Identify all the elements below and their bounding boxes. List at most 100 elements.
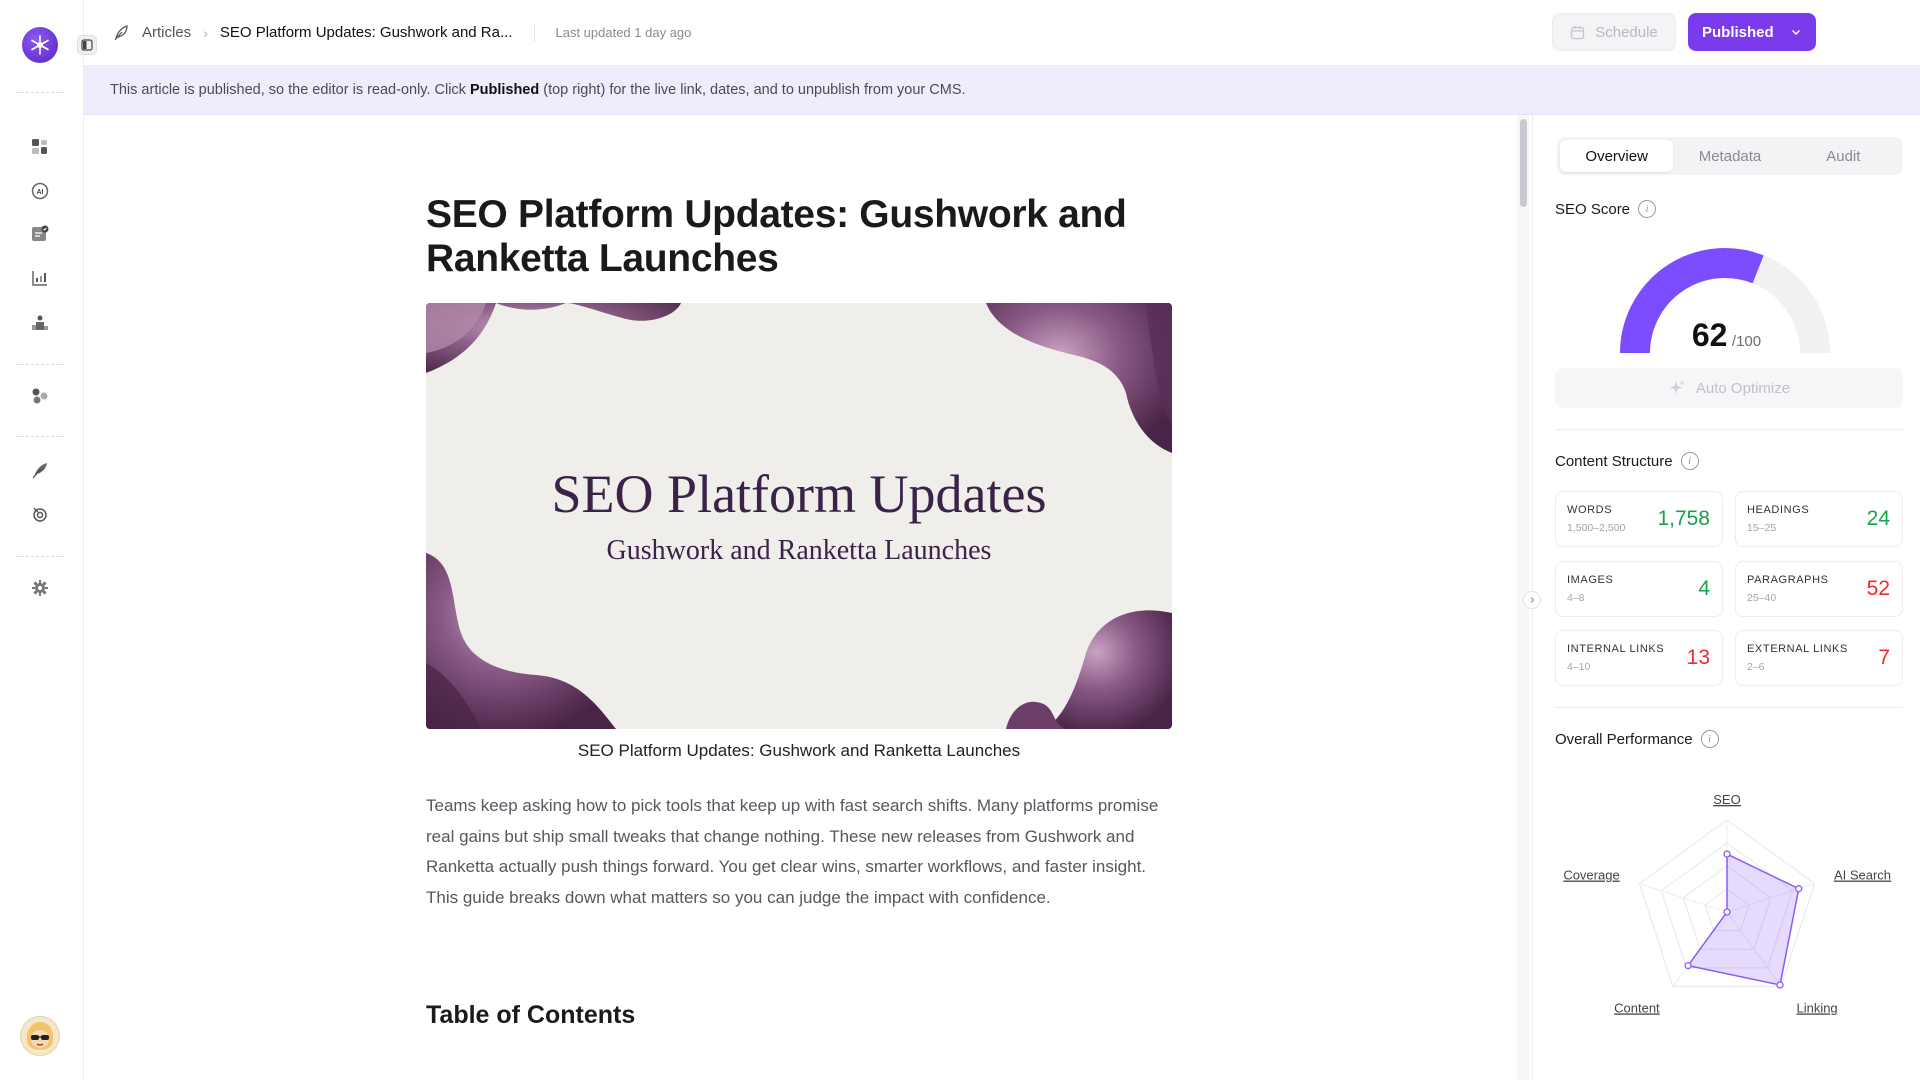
metric-value: 1,758	[1657, 507, 1710, 530]
banner-text-before: This article is published, so the editor…	[110, 82, 466, 98]
banner-text-after: (top right) for the live link, dates, an…	[543, 82, 966, 98]
published-button[interactable]: Published	[1688, 13, 1816, 51]
radar-data-point	[1723, 908, 1731, 916]
auto-optimize-label: Auto Optimize	[1695, 379, 1791, 397]
metric-external-links: EXTERNAL LINKS 2–6 7	[1735, 630, 1903, 686]
schedule-button-label: Schedule	[1595, 23, 1658, 41]
banner-text-bold: Published	[469, 82, 540, 98]
metric-range: 4–8	[1567, 592, 1585, 604]
info-icon[interactable]: i	[1700, 730, 1719, 748]
auto-optimize-button[interactable]: Auto Optimize	[1555, 368, 1903, 408]
metric-label: IMAGES	[1567, 574, 1614, 586]
metric-words: WORDS 1,500–2,500 1,758	[1555, 491, 1723, 547]
performance-title: Overall Performance	[1555, 730, 1693, 748]
chevron-right-icon	[1530, 597, 1535, 603]
lead-paragraph: Teams keep asking how to pick tools that…	[426, 796, 1159, 907]
app-logo-icon[interactable]	[22, 27, 58, 63]
ranking-icon[interactable]	[28, 311, 52, 335]
tab-overview[interactable]: Overview	[1560, 140, 1674, 172]
section-divider	[1555, 429, 1903, 430]
radar-data-point	[1723, 850, 1731, 858]
info-icon[interactable]: i	[1638, 200, 1657, 218]
articles-feather-icon[interactable]	[28, 458, 52, 482]
ai-icon[interactable]: AI	[28, 179, 52, 203]
chevron-down-icon	[1791, 29, 1800, 36]
seo-score-title: SEO Score	[1555, 200, 1631, 218]
article-editor[interactable]: SEO Platform Updates: Gushwork and Ranke…	[84, 115, 1516, 1080]
scrollbar-thumb[interactable]	[1520, 119, 1527, 207]
seo-panel: Overview Metadata Audit SEO Score i 62 /…	[1532, 115, 1920, 1080]
hero-image: SEO Platform Updates Gushwork and Ranket…	[426, 303, 1172, 729]
hero-image-subtitle: Gushwork and Ranketta Launches	[606, 535, 992, 566]
read-only-banner: This article is published, so the editor…	[84, 66, 1920, 115]
metric-value: 7	[1878, 646, 1890, 669]
metric-value: 52	[1866, 577, 1890, 600]
analytics-icon[interactable]	[28, 266, 52, 290]
toc-heading: Table of Contents	[426, 1001, 636, 1029]
tab-metadata[interactable]: Metadata	[1673, 140, 1786, 172]
svg-text:AI: AI	[37, 189, 44, 196]
panel-collapse-toggle[interactable]	[1523, 591, 1541, 609]
hero-caption: SEO Platform Updates: Gushwork and Ranke…	[577, 741, 1021, 760]
radar-data-area	[1686, 852, 1800, 986]
metric-paragraphs: PARAGRAPHS 25–40 52	[1735, 561, 1903, 617]
breadcrumb-current: SEO Platform Updates: Gushwork and Ra...	[219, 24, 513, 41]
content-structure-heading: Content Structure i	[1555, 452, 1699, 470]
metric-range: 1,500–2,500	[1567, 522, 1626, 534]
metric-range: 2–6	[1747, 661, 1765, 673]
radar-axis-label: Content	[1614, 1000, 1660, 1015]
links-icon[interactable]	[28, 502, 52, 526]
article-body: SEO Platform Updates: Gushwork and Ranke…	[426, 193, 1172, 1030]
schedule-button[interactable]: Schedule	[1552, 13, 1676, 51]
metric-range: 4–10	[1567, 661, 1591, 673]
hero-image-title: SEO Platform Updates	[551, 464, 1047, 524]
radar-axis-label: AI Search	[1834, 868, 1891, 883]
integrations-icon[interactable]	[28, 384, 52, 408]
radar-axis-label: Linking	[1796, 1000, 1837, 1015]
seo-score-value: 62	[1691, 317, 1728, 353]
seo-score-readout: 62 /100	[1533, 317, 1920, 354]
dashboard-icon[interactable]	[28, 135, 52, 159]
settings-gear-icon[interactable]	[28, 576, 52, 600]
breadcrumb-articles-link[interactable]: Articles	[142, 24, 191, 41]
metric-value: 4	[1698, 577, 1710, 600]
metric-label: EXTERNAL LINKS	[1747, 643, 1848, 655]
left-rail: AI	[0, 0, 84, 1080]
panel-tabs: Overview Metadata Audit	[1557, 137, 1903, 175]
sparkle-icon	[1669, 380, 1685, 394]
metric-headings: HEADINGS 15–25 24	[1735, 491, 1903, 547]
radar-axis-label: Coverage	[1563, 868, 1619, 883]
seo-score-heading: SEO Score i	[1555, 200, 1657, 218]
metric-value: 13	[1686, 646, 1710, 669]
chevron-right-icon: ›	[203, 24, 208, 41]
tab-audit[interactable]: Audit	[1787, 140, 1900, 172]
metric-value: 24	[1866, 507, 1890, 530]
feather-icon	[114, 24, 128, 40]
performance-radar-chart: SEO AI Search Linking Content Coverage	[1563, 792, 1891, 1015]
breadcrumb: Articles › SEO Platform Updates: Gushwor…	[112, 23, 692, 42]
metric-range: 25–40	[1747, 592, 1777, 604]
metric-label: PARAGRAPHS	[1747, 574, 1829, 586]
radar-axis-line	[1639, 883, 1728, 913]
section-divider	[1555, 707, 1903, 708]
radar-data-point	[1684, 961, 1692, 970]
metric-internal-links: INTERNAL LINKS 4–10 13	[1555, 630, 1723, 686]
published-button-label: Published	[1702, 23, 1774, 41]
radar-data-point	[1795, 885, 1803, 893]
seo-score-max: /100	[1731, 333, 1762, 350]
metric-label: INTERNAL LINKS	[1567, 643, 1665, 655]
content-structure-title: Content Structure	[1555, 452, 1673, 470]
performance-heading: Overall Performance i	[1555, 730, 1719, 748]
article-title: SEO Platform Updates: Gushwork and Ranke…	[426, 193, 1127, 280]
user-avatar[interactable]	[20, 1016, 60, 1056]
info-icon[interactable]: i	[1680, 452, 1699, 470]
content-check-icon[interactable]	[28, 222, 52, 246]
metric-images: IMAGES 4–8 4	[1555, 561, 1723, 617]
radar-data-point	[1776, 981, 1784, 989]
metric-label: HEADINGS	[1747, 504, 1810, 516]
calendar-icon	[1571, 25, 1585, 39]
radar-axis-label: SEO	[1713, 792, 1740, 807]
metric-range: 15–25	[1747, 522, 1777, 534]
last-updated-text: Last updated 1 day ago	[555, 25, 692, 40]
metric-label: WORDS	[1567, 504, 1613, 516]
